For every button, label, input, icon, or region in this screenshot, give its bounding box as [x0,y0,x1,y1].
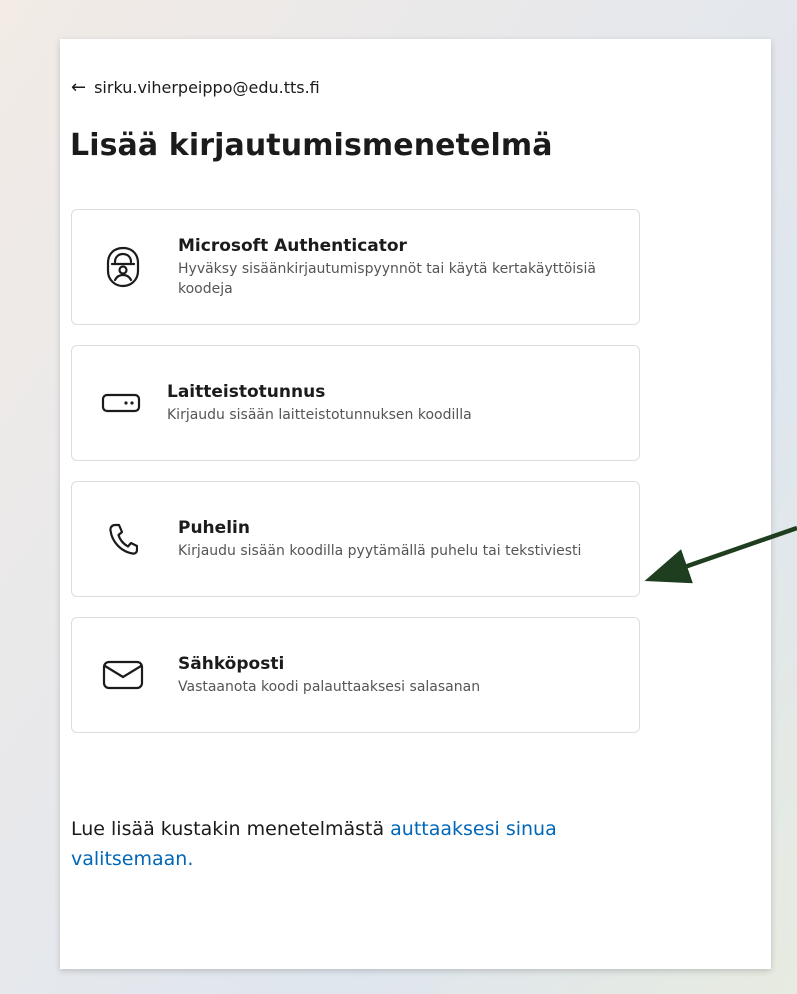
method-description: Kirjaudu sisään laitteistotunnuksen kood… [167,406,472,423]
method-email[interactable]: Sähköposti Vastaanota koodi palauttaakse… [71,617,640,733]
envelope-icon [100,658,146,692]
authenticator-lock-icon [100,245,146,289]
hardware-token-icon [98,392,144,414]
help-text-body: Lue lisää kustakin menetelmästä [71,818,391,840]
method-name: Puhelin [178,517,250,538]
account-email: sirku.viherpeippo@edu.tts.fi [94,78,320,97]
method-hardware-token[interactable]: Laitteistotunnus Kirjaudu sisään laittei… [71,345,640,461]
method-description: Kirjaudu sisään koodilla pyytämällä puhe… [178,542,582,559]
back-arrow-icon[interactable]: ← [71,78,86,97]
method-description: Vastaanota koodi palauttaaksesi salasana… [178,678,481,695]
page-title: Lisää kirjautumismenetelmä [70,128,553,163]
method-description: Hyväksy sisäänkirjautumispyynnöt tai käy… [178,260,596,297]
back-to-account[interactable]: ← sirku.viherpeippo@edu.tts.fi [71,78,320,97]
method-name: Laitteistotunnus [167,381,326,402]
method-name: Sähköposti [178,653,285,674]
method-name: Microsoft Authenticator [178,235,407,256]
help-text: Lue lisää kustakin menetelmästä auttaaks… [71,814,631,874]
method-list: Microsoft Authenticator Hyväksy sisäänki… [71,209,640,753]
method-phone[interactable]: Puhelin Kirjaudu sisään koodilla pyytämä… [71,481,640,597]
method-microsoft-authenticator[interactable]: Microsoft Authenticator Hyväksy sisäänki… [71,209,640,325]
phone-icon [100,522,146,556]
